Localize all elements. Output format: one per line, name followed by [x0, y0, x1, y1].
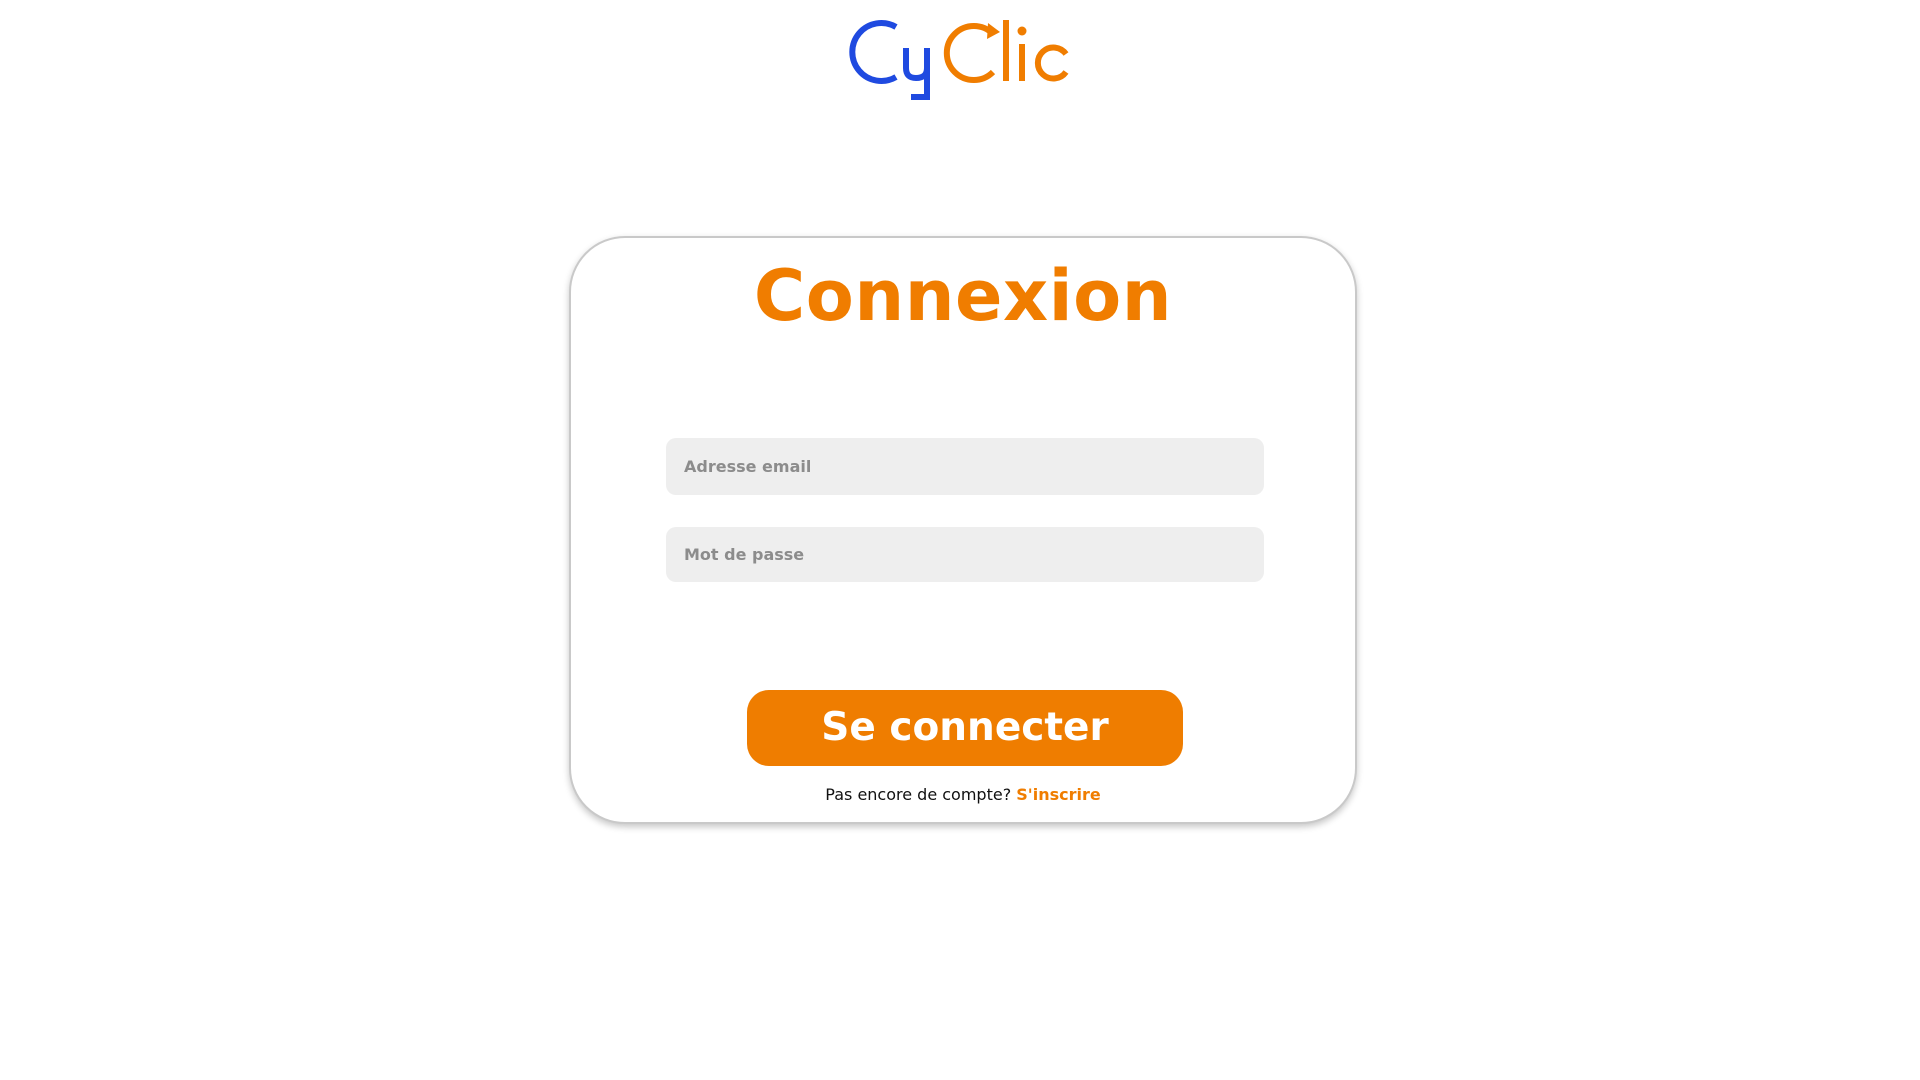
- login-page: Connexion Se connecter Pas encore de com…: [0, 0, 1920, 1080]
- cyclic-logo[interactable]: [848, 14, 1084, 104]
- signup-link[interactable]: S'inscrire: [1016, 785, 1100, 804]
- signup-row: Pas encore de compte? S'inscrire: [571, 784, 1355, 806]
- login-title: Connexion: [753, 255, 1173, 337]
- email-input[interactable]: [666, 438, 1264, 495]
- login-button[interactable]: Se connecter: [747, 690, 1183, 766]
- signup-prompt: Pas encore de compte?: [825, 785, 1012, 804]
- login-card: Connexion Se connecter Pas encore de com…: [569, 236, 1357, 824]
- password-input[interactable]: [666, 527, 1264, 582]
